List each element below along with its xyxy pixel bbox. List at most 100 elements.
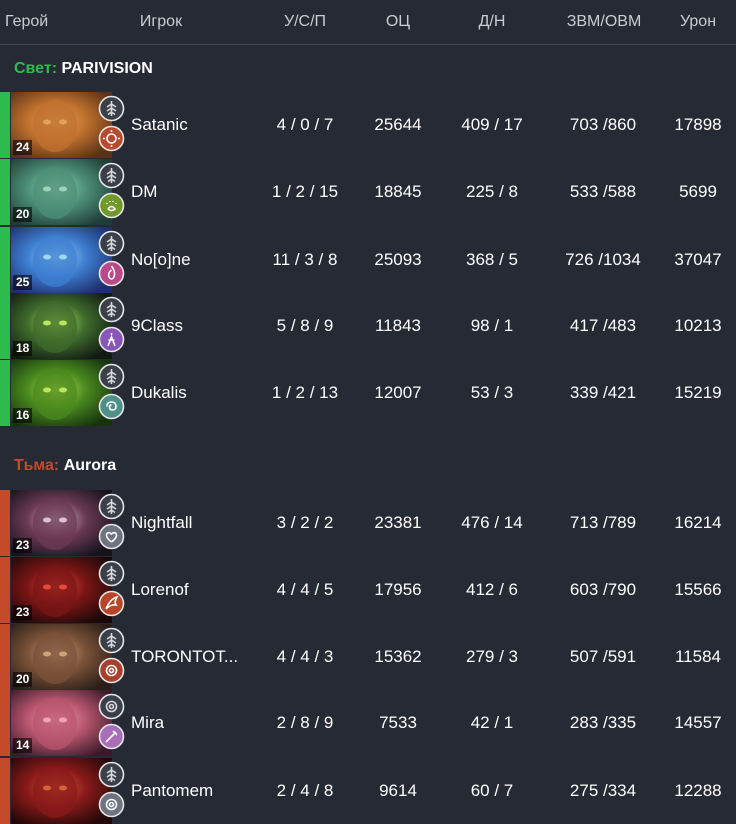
hero-level: 14 (13, 738, 33, 753)
hero-portrait[interactable]: 18 (11, 293, 112, 359)
player-row[interactable]: 24 Satanic 4 / 0 / 7 25644 409 / 17 703 /860 1… (0, 92, 736, 158)
gpm-xpm-value: 533 /588 (569, 182, 637, 201)
player-name[interactable]: Nightfall (131, 513, 192, 533)
col-networth-header[interactable]: ОЦ (386, 13, 410, 31)
player-row[interactable]: Pantomem 2 / 4 / 8 9614 60 / 7 275 /334 12288 (0, 758, 736, 824)
kda-value: 3 / 2 / 2 (276, 513, 334, 532)
ring-icon[interactable] (98, 791, 125, 818)
sun-icon[interactable] (98, 125, 125, 152)
player-row[interactable]: 20 TORONTOT... 4 / 4 / 3 15362 279 / 3 507 /5… (0, 624, 736, 690)
gpm-xpm-value: 603 /790 (569, 580, 637, 599)
hero-level: 20 (13, 207, 33, 222)
hero-portrait[interactable]: 20 (11, 624, 112, 690)
player-row[interactable]: 25 No[o]ne 11 / 3 / 8 25093 368 / 5 726 /1034… (0, 227, 736, 293)
flame-icon[interactable] (98, 260, 125, 287)
hero-level: 20 (13, 672, 33, 687)
networth-value: 18845 (374, 182, 422, 201)
hero-portrait[interactable]: 20 (11, 159, 112, 225)
networth-value: 9614 (379, 781, 417, 800)
gpm-xpm-value: 417 /483 (569, 316, 637, 335)
leaf-icon[interactable] (98, 560, 125, 587)
leaf-icon[interactable] (98, 230, 125, 257)
gpm-xpm-value: 726 /1034 (565, 250, 641, 269)
damage-value: 11584 (674, 647, 722, 666)
col-player-header[interactable]: Игрок (140, 13, 182, 31)
swirl-icon[interactable] (98, 393, 125, 420)
player-name[interactable]: 9Class (131, 316, 183, 336)
hero-level: 25 (13, 275, 33, 290)
hero-portrait[interactable]: 23 (11, 557, 112, 623)
player-name[interactable]: No[o]ne (131, 250, 191, 270)
team-color-bar (0, 758, 10, 824)
scoreboard: Герой Игрок У/С/П ОЦ Д/Н ЗВМ/ОВМ Урон Св… (0, 0, 736, 824)
damage-value: 15219 (674, 383, 722, 402)
leaf-icon[interactable] (98, 95, 125, 122)
hero-portrait[interactable]: 24 (11, 92, 112, 158)
wing-icon[interactable] (98, 590, 125, 617)
kda-value: 1 / 2 / 13 (271, 383, 339, 402)
col-kda-header[interactable]: У/С/П (284, 13, 326, 31)
player-name[interactable]: Mira (131, 713, 164, 733)
hero-portrait[interactable] (11, 758, 112, 824)
hero-level: 24 (13, 140, 33, 155)
leaf-icon[interactable] (98, 162, 125, 189)
gpm-xpm-value: 339 /421 (569, 383, 637, 402)
gpm-xpm-value: 703 /860 (569, 115, 637, 134)
team-color-bar (0, 92, 10, 158)
player-name[interactable]: Pantomem (131, 781, 213, 801)
hero-level: 18 (13, 341, 33, 356)
heart-icon[interactable] (98, 523, 125, 550)
kda-value: 2 / 4 / 8 (276, 781, 334, 800)
col-lasthits-header[interactable]: Д/Н (479, 13, 506, 31)
player-row[interactable]: 23 Nightfall 3 / 2 / 2 23381 476 / 14 713 /78… (0, 490, 736, 556)
lasthits-value: 368 / 5 (466, 250, 518, 269)
kda-value: 2 / 8 / 9 (276, 713, 334, 732)
col-hero-header[interactable]: Герой (5, 13, 48, 31)
player-name[interactable]: DM (131, 182, 157, 202)
networth-value: 25093 (374, 250, 422, 269)
player-name[interactable]: Dukalis (131, 383, 187, 403)
networth-value: 25644 (374, 115, 422, 134)
ring-icon[interactable] (98, 657, 125, 684)
lasthits-value: 225 / 8 (466, 182, 518, 201)
player-row[interactable]: 14 Mira 2 / 8 / 9 7533 42 / 1 283 /335 14557 (0, 690, 736, 756)
damage-value: 17898 (674, 115, 722, 134)
player-row[interactable]: 23 Lorenof 4 / 4 / 5 17956 412 / 6 603 /790 15… (0, 557, 736, 623)
leaf-icon[interactable] (98, 627, 125, 654)
leaf-icon[interactable] (98, 363, 125, 390)
paw-icon[interactable] (98, 192, 125, 219)
networth-value: 11843 (374, 316, 422, 335)
player-name[interactable]: Satanic (131, 115, 188, 135)
player-name[interactable]: Lorenof (131, 580, 189, 600)
leaf-icon[interactable] (98, 761, 125, 788)
hero-portrait-crimson (11, 758, 112, 824)
player-row[interactable]: 16 Dukalis 1 / 2 / 13 12007 53 / 3 339 /421 15… (0, 360, 736, 426)
leaf-icon[interactable] (98, 296, 125, 323)
figure-icon[interactable] (98, 326, 125, 353)
hero-portrait[interactable]: 23 (11, 490, 112, 556)
networth-value: 7533 (379, 713, 417, 732)
col-gpm-xpm-header[interactable]: ЗВМ/ОВМ (567, 13, 642, 31)
radiant-team-name[interactable]: PARIVISION (61, 60, 152, 77)
team-color-bar (0, 624, 10, 690)
leaf-icon[interactable] (98, 493, 125, 520)
player-row[interactable]: 20 DM 1 / 2 / 15 18845 225 / 8 533 /588 5699 (0, 159, 736, 225)
gpm-xpm-value: 713 /789 (569, 513, 637, 532)
ring-icon[interactable] (98, 693, 125, 720)
hero-level: 23 (13, 605, 33, 620)
gpm-xpm-value: 507 /591 (569, 647, 637, 666)
kda-value: 1 / 2 / 15 (271, 182, 339, 201)
networth-value: 23381 (374, 513, 422, 532)
hero-portrait[interactable]: 14 (11, 690, 112, 756)
hero-portrait[interactable]: 16 (11, 360, 112, 426)
dire-team-label: Тьма: Aurora (14, 457, 116, 475)
dire-team-name[interactable]: Aurora (64, 457, 116, 474)
damage-value: 37047 (674, 250, 722, 269)
player-name[interactable]: TORONTOT... (131, 647, 238, 667)
hero-level: 23 (13, 538, 33, 553)
hero-portrait[interactable]: 25 (11, 227, 112, 293)
col-damage-header[interactable]: Урон (680, 13, 716, 31)
kda-value: 4 / 4 / 3 (276, 647, 334, 666)
player-row[interactable]: 18 9Class 5 / 8 / 9 11843 98 / 1 417 /483 1021… (0, 293, 736, 359)
blade-icon[interactable] (98, 723, 125, 750)
